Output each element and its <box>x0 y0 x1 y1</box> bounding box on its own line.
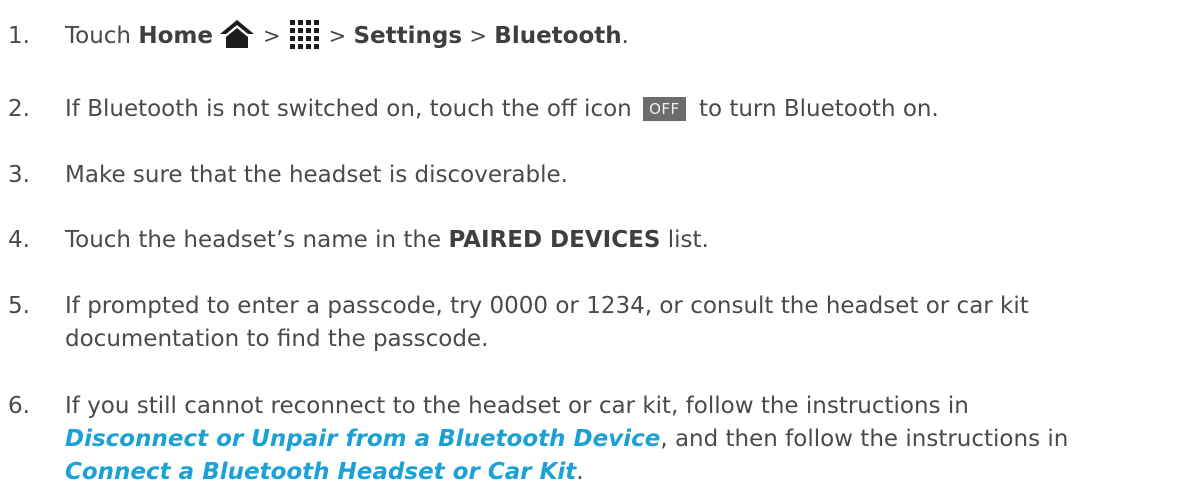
home-icon <box>219 19 255 49</box>
step-pre-text: Touch <box>65 23 139 49</box>
step-text: Touch Home > > Settings > Bluetooth. <box>65 18 629 53</box>
connect-headset-link[interactable]: Connect a Bluetooth Headset or Car Kit <box>65 459 576 485</box>
home-label: Home <box>138 23 213 49</box>
step-end: . <box>576 459 584 485</box>
step-text-line2: Disconnect or Unpair from a Bluetooth De… <box>65 423 1068 455</box>
settings-label: Settings <box>353 23 463 49</box>
paired-devices-label: PAIRED DEVICES <box>448 227 661 253</box>
step-post-text: , and then follow the instructions in <box>660 426 1069 452</box>
step-number: 5. <box>8 293 30 319</box>
step-number: 1. <box>8 23 30 49</box>
off-toggle-icon: OFF <box>643 97 686 121</box>
step-text-line1: If prompted to enter a passcode, try 000… <box>65 293 1029 319</box>
step-number: 3. <box>8 162 30 188</box>
step-number: 4. <box>8 227 30 253</box>
step-pre-text: Touch the headset’s name in the <box>65 227 449 253</box>
step-post-text: to turn Bluetooth on. <box>698 96 939 122</box>
step-text: Touch the headset’s name in the PAIRED D… <box>65 224 709 256</box>
step-text: If Bluetooth is not switched on, touch t… <box>65 93 939 125</box>
step-text-line1: If you still cannot reconnect to the hea… <box>65 393 969 419</box>
step-text-line2: documentation to find the passcode. <box>65 326 489 352</box>
separator: > <box>469 24 487 48</box>
step-text-line3: Connect a Bluetooth Headset or Car Kit. <box>65 456 584 488</box>
step-number: 2. <box>8 96 30 122</box>
step-post-text: list. <box>660 227 709 253</box>
step-text: Make sure that the headset is discoverab… <box>65 162 568 188</box>
step-end: . <box>621 23 629 49</box>
separator: > <box>328 24 347 48</box>
separator: > <box>262 24 281 48</box>
step-number: 6. <box>8 393 30 419</box>
bluetooth-label: Bluetooth <box>494 23 622 49</box>
disconnect-unpair-link[interactable]: Disconnect or Unpair from a Bluetooth De… <box>65 426 660 452</box>
apps-grid-icon <box>289 18 319 50</box>
step-pre-text: If Bluetooth is not switched on, touch t… <box>65 96 632 122</box>
